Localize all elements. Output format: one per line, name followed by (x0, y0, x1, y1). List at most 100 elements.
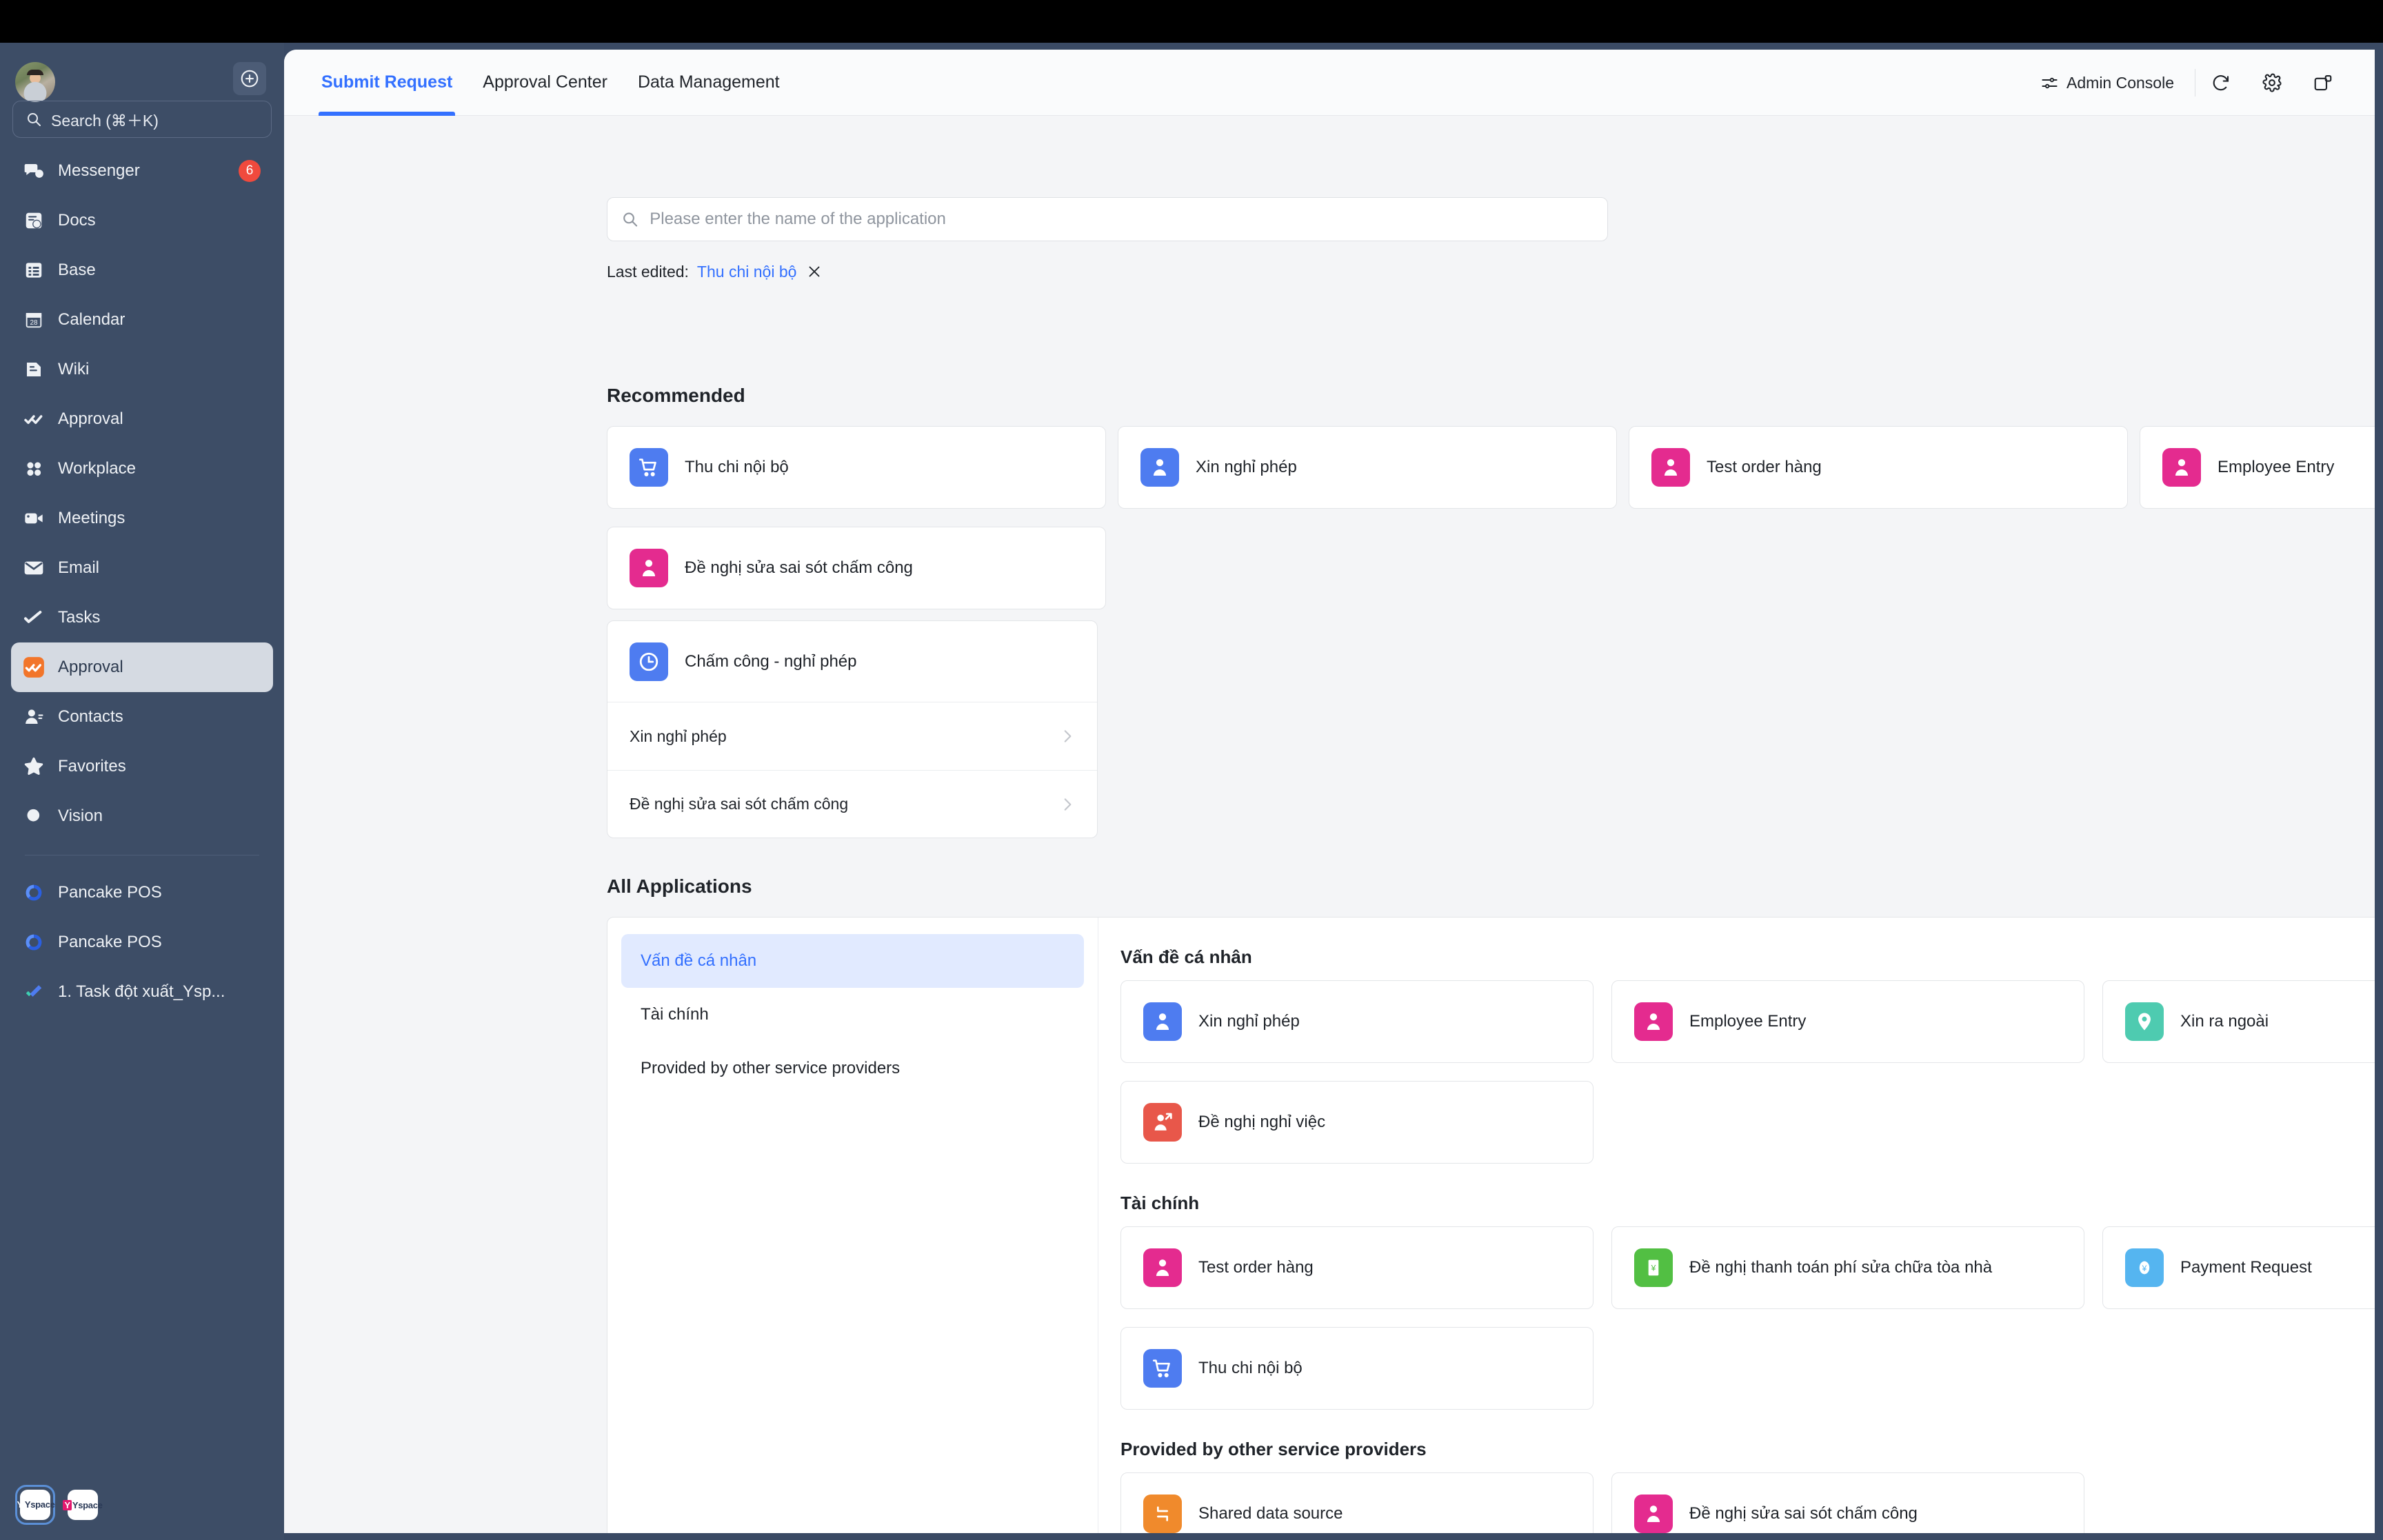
sidebar-item-label: Wiki (58, 360, 90, 378)
app-card-label: Xin ra ngoài (2180, 1012, 2269, 1031)
sidebar-item-meetings[interactable]: Meetings (11, 494, 273, 543)
sidebar-search-button[interactable]: Search (⌘＋K) (12, 101, 272, 138)
app-card-label: Thu chi nội bộ (685, 458, 789, 476)
workplace-icon (22, 457, 46, 480)
sidebar-item-pancake-pos-2[interactable]: Pancake POS (11, 918, 273, 967)
app-card-thu-chi-noi-bo[interactable]: Thu chi nội bộ (607, 426, 1106, 509)
tab-approval-center[interactable]: Approval Center (467, 50, 623, 116)
refresh-icon (2213, 75, 2229, 91)
sidebar-item-docs[interactable]: Docs (11, 196, 273, 245)
sidebar-item-label: Calendar (58, 310, 125, 329)
person-icon (1143, 1248, 1182, 1287)
app-card-de-nghi-sua-sai-sot-cham-cong[interactable]: Đề nghị sửa sai sót chấm công (1611, 1472, 2084, 1533)
app-card-test-order-hang[interactable]: Test order hàng (1120, 1226, 1593, 1309)
last-edited-link[interactable]: Thu chi nội bộ (697, 263, 796, 281)
svg-text:¥: ¥ (2142, 1264, 2147, 1273)
settings-button[interactable] (2246, 57, 2297, 108)
sidebar-item-base[interactable]: Base (11, 245, 273, 295)
sidebar-item-workplace[interactable]: Workplace (11, 444, 273, 494)
last-edited-label: Last edited: (607, 262, 689, 281)
sidebar-item-label: 1. Task đột xuất_Ysp... (58, 982, 225, 1001)
sidebar-item-label: Docs (58, 211, 96, 230)
category-item-other-providers[interactable]: Provided by other service providers (621, 1042, 1084, 1095)
app-card-label: Shared data source (1198, 1504, 1343, 1523)
app-group-cham-cong: Chấm công - nghỉ phép Xin nghỉ phép Đề n… (607, 620, 1098, 838)
search-input[interactable] (650, 210, 1593, 229)
yspace-logo-icon: Y Yspace (17, 1490, 55, 1520)
app-card-shared-data-source[interactable]: Shared data source (1120, 1472, 1593, 1533)
sidebar-item-pancake-pos-1[interactable]: Pancake POS (11, 868, 273, 918)
category-item-tai-chinh[interactable]: Tài chính (621, 988, 1084, 1042)
sidebar-item-approval-app[interactable]: Approval (11, 642, 273, 692)
sidebar-item-approval[interactable]: Approval (11, 394, 273, 444)
location-pin-icon (2125, 1002, 2164, 1041)
application-search[interactable] (607, 197, 1608, 241)
workspace-yspace-selected[interactable]: Y Yspace (15, 1485, 55, 1525)
sidebar-item-wiki[interactable]: Wiki (11, 345, 273, 394)
group-title-van-de-ca-nhan: Vấn đề cá nhân (1120, 946, 1252, 967)
app-card-label: Đề nghị sửa sai sót chấm công (1689, 1504, 1918, 1523)
refresh-button[interactable] (2195, 57, 2246, 108)
svg-text:28: 28 (30, 319, 38, 327)
app-card-de-nghi-sua-sai-sot-cham-cong[interactable]: Đề nghị sửa sai sót chấm công (607, 527, 1106, 609)
app-card-label: Payment Request (2180, 1258, 2312, 1277)
app-card-label: Employee Entry (1689, 1012, 1807, 1031)
calendar-icon: 28 (22, 308, 46, 332)
sidebar-item-label: Pancake POS (58, 883, 162, 902)
sidebar-item-task-dot-xuat[interactable]: 1. Task đột xuất_Ysp... (11, 967, 273, 1017)
wiki-icon (22, 358, 46, 381)
tab-data-management[interactable]: Data Management (623, 50, 795, 116)
app-card-de-nghi-thanh-toan[interactable]: ¥ Đề nghị thanh toán phí sửa chữa tòa nh… (1611, 1226, 2084, 1309)
app-card-test-order-hang[interactable]: Test order hàng (1629, 426, 2128, 509)
category-list: Vấn đề cá nhân Tài chính Provided by oth… (607, 918, 1098, 1533)
tasks-icon (22, 606, 46, 629)
app-group-header[interactable]: Chấm công - nghỉ phép (607, 621, 1097, 702)
person-icon (630, 549, 668, 587)
avatar[interactable] (15, 62, 55, 102)
app-card-thu-chi-noi-bo[interactable]: Thu chi nội bộ (1120, 1327, 1593, 1410)
category-item-van-de-ca-nhan[interactable]: Vấn đề cá nhân (621, 934, 1084, 988)
popout-button[interactable] (2297, 57, 2349, 108)
app-card-xin-nghi-phep[interactable]: Xin nghỉ phép (1118, 426, 1617, 509)
workspace-yspace-2[interactable]: Y Yspace (63, 1490, 103, 1520)
messenger-badge: 6 (239, 160, 261, 182)
sidebar-item-contacts[interactable]: Contacts (11, 692, 273, 742)
pancake-pos-icon (22, 931, 46, 954)
gear-icon (2262, 73, 2282, 92)
group-title-tai-chinh: Tài chính (1120, 1193, 1200, 1213)
recommended-grid: Thu chi nội bộ Xin nghỉ phép Test order … (607, 426, 2375, 627)
sidebar-item-label: Approval (58, 409, 123, 428)
admin-console-button[interactable]: Admin Console (2040, 74, 2195, 92)
all-applications-title: All Applications (607, 875, 752, 897)
app-card-label: Employee Entry (2218, 458, 2335, 476)
close-icon[interactable] (805, 262, 824, 281)
tab-submit-request[interactable]: Submit Request (306, 50, 467, 116)
sidebar-item-favorites[interactable]: Favorites (11, 742, 273, 791)
sidebar-item-tasks[interactable]: Tasks (11, 593, 273, 642)
category-label: Vấn đề cá nhân (641, 951, 757, 970)
search-icon (623, 212, 638, 227)
sidebar-item-calendar[interactable]: 28 Calendar (11, 295, 273, 345)
sidebar-item-label: Contacts (58, 707, 123, 726)
app-card-payment-request[interactable]: ¥ Payment Request (2102, 1226, 2375, 1309)
app-card-de-nghi-nghi-viec[interactable]: Đề nghị nghỉ việc (1120, 1081, 1593, 1164)
app-group-row-de-nghi-sua-sai-sot[interactable]: Đề nghị sửa sai sót chấm công (607, 770, 1097, 838)
approval-app-icon (22, 656, 46, 679)
app-card-employee-entry[interactable]: Employee Entry (1611, 980, 2084, 1063)
app-card-label: Test order hàng (1707, 458, 1822, 476)
app-card-xin-ra-ngoai[interactable]: Xin ra ngoài (2102, 980, 2375, 1063)
app-root: Search (⌘＋K) Messenger 6 Docs Base 28 Ca… (0, 0, 2383, 1540)
sidebar-item-messenger[interactable]: Messenger 6 (11, 146, 273, 196)
app-card-label: Xin nghỉ phép (1196, 458, 1297, 476)
sidebar-item-email[interactable]: Email (11, 543, 273, 593)
cart-icon (1143, 1349, 1182, 1388)
workspace-dock: Y Yspace Y Yspace (0, 1485, 284, 1525)
messenger-icon (22, 159, 46, 183)
star-icon (22, 755, 46, 778)
app-group-row-xin-nghi-phep[interactable]: Xin nghỉ phép (607, 702, 1097, 770)
sidebar-item-label: Favorites (58, 757, 126, 776)
app-card-employee-entry[interactable]: Employee Entry (2140, 426, 2375, 509)
sidebar-item-vision[interactable]: Vision (11, 791, 273, 841)
app-card-xin-nghi-phep[interactable]: Xin nghỉ phép (1120, 980, 1593, 1063)
add-new-button[interactable] (233, 62, 266, 95)
